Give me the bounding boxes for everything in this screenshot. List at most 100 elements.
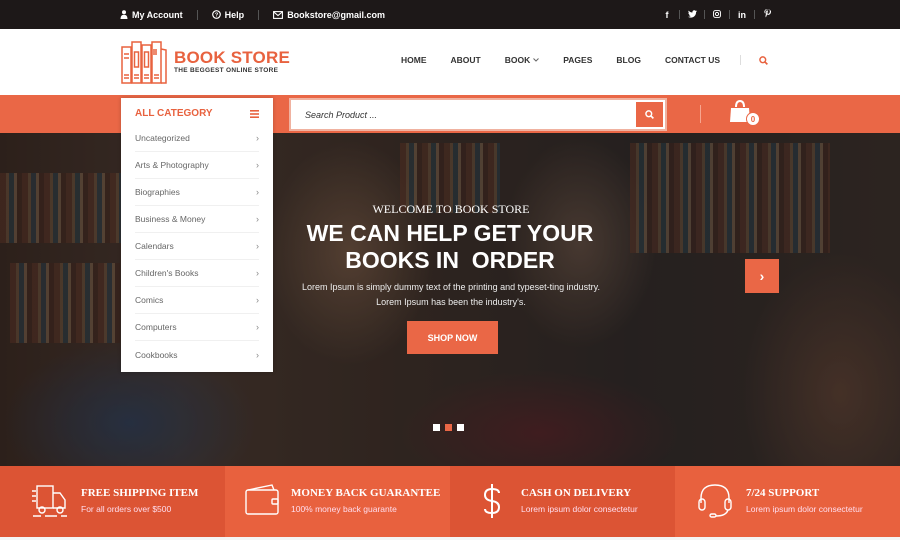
hero-description: Lorem Ipsum is simply dummy text of the … — [302, 282, 600, 307]
nav-contact-us-label: CONTACT US — [664, 55, 721, 65]
chevron-down-icon — [533, 58, 540, 62]
nav-pages-label: PAGES — [563, 55, 593, 65]
category-item-label: Biographies — [135, 187, 180, 197]
chevron-right-icon: › — [256, 133, 259, 143]
chevron-right-icon: › — [256, 187, 259, 197]
logo-title[interactable]: BOOK STORE — [174, 48, 290, 68]
feature-title: CASH ON DELIVERY — [521, 487, 632, 499]
nav-book-label: BOOK — [504, 55, 531, 65]
category-item-label: Children's Books — [135, 268, 199, 278]
slider-next-button[interactable]: › — [745, 259, 779, 293]
category-title[interactable]: ALL CATEGORY — [135, 108, 213, 119]
divider — [704, 10, 705, 19]
category-item-label: Business & Money — [135, 214, 206, 224]
email-link[interactable]: Bookstore@gmail.com — [273, 10, 385, 20]
feature-subtitle: Lorem ipsum dolor consectetur — [746, 504, 863, 514]
category-item[interactable]: Computers › — [135, 314, 259, 341]
feature-subtitle: Lorem ipsum dolor consectetur — [521, 504, 638, 514]
book-store-logo-icon[interactable] — [121, 39, 167, 85]
dollar-icon — [483, 484, 501, 518]
nav-home-label: HOME — [401, 55, 427, 65]
divider — [196, 9, 198, 20]
pinterest-icon[interactable] — [760, 9, 774, 20]
site-header: BOOK STORE THE BEGGEST ONLINE STORE HOME… — [0, 29, 900, 95]
social-links: f in — [660, 0, 774, 29]
linkedin-icon[interactable]: in — [735, 10, 749, 20]
cart-count-badge[interactable]: 0 — [746, 112, 760, 126]
category-item-label: Computers — [135, 322, 177, 332]
nav-contact-us[interactable]: CONTACT US — [665, 55, 720, 65]
my-account-label: My Account — [132, 9, 183, 20]
search-icon — [645, 110, 654, 119]
feature-money-back: MONEY BACK GUARANTEE 100% money back gua… — [225, 466, 450, 537]
divider — [754, 10, 755, 19]
main-nav: HOME ABOUT BOOK PAGES BLOG CONTACT US — [401, 55, 768, 65]
top-bar-links: My Account ? Help Bookstore@gmail.com — [120, 0, 385, 29]
category-item[interactable]: Biographies › — [135, 179, 259, 206]
category-panel: ALL CATEGORY Uncategorized › Arts & Photo… — [121, 98, 273, 372]
search-icon[interactable] — [759, 55, 768, 65]
category-item[interactable]: Cookbooks › — [135, 341, 259, 368]
chevron-right-icon: › — [256, 322, 259, 332]
truck-icon — [32, 485, 67, 517]
category-item-label: Calendars — [135, 241, 174, 251]
shop-now-button[interactable]: SHOP NOW — [407, 321, 498, 354]
nav-blog[interactable]: BLOG — [616, 55, 641, 65]
instagram-icon[interactable] — [710, 9, 724, 20]
category-item[interactable]: Children's Books › — [135, 260, 259, 287]
chevron-right-icon: › — [256, 241, 259, 251]
slider-dot-2[interactable] — [445, 424, 452, 431]
email-label: Bookstore@gmail.com — [287, 9, 385, 20]
user-icon — [120, 10, 128, 19]
headset-icon — [698, 484, 732, 518]
search-bar — [289, 98, 667, 131]
divider — [679, 10, 680, 19]
help-link[interactable]: ? Help — [211, 9, 245, 20]
slider-dots — [433, 424, 464, 431]
feature-title: FREE SHIPPING ITEM — [81, 487, 199, 499]
category-item[interactable]: Arts & Photography › — [135, 152, 259, 179]
divider — [740, 55, 742, 65]
help-icon: ? — [211, 10, 221, 19]
hamburger-menu-icon[interactable] — [250, 110, 259, 118]
help-label: Help — [224, 9, 245, 20]
feature-subtitle: 100% money back guarante — [291, 504, 397, 514]
category-item-label: Uncategorized — [135, 133, 190, 143]
feature-title: MONEY BACK GUARANTEE — [291, 487, 441, 499]
category-item[interactable]: Comics › — [135, 287, 259, 314]
chevron-right-icon: › — [256, 295, 259, 305]
my-account-link[interactable]: My Account — [120, 10, 183, 20]
feature-support: 7/24 SUPPORT Lorem ipsum dolor consectet… — [675, 466, 900, 537]
mail-icon — [273, 10, 284, 19]
category-list: Uncategorized › Arts & Photography › Biogr… — [135, 125, 259, 368]
logo-subtitle: THE BEGGEST ONLINE STORE — [174, 67, 279, 74]
nav-about-label: ABOUT — [450, 55, 481, 65]
search-input[interactable] — [305, 100, 625, 129]
feature-cash-on-delivery: CASH ON DELIVERY Lorem ipsum dolor conse… — [450, 466, 675, 537]
chevron-right-icon: › — [256, 268, 259, 278]
feature-title: 7/24 SUPPORT — [746, 487, 820, 499]
category-item[interactable]: Business & Money › — [135, 206, 259, 233]
chevron-right-icon: › — [759, 268, 765, 284]
search-button[interactable] — [636, 102, 663, 127]
divider — [729, 10, 730, 19]
facebook-icon[interactable]: f — [660, 10, 674, 20]
category-item-label: Comics — [135, 295, 164, 305]
category-item-label: Arts & Photography — [135, 160, 209, 170]
slider-dot-1[interactable] — [433, 424, 440, 431]
twitter-icon[interactable] — [685, 9, 699, 20]
category-item[interactable]: Uncategorized › — [135, 125, 259, 152]
nav-book[interactable]: BOOK — [505, 55, 540, 65]
features-strip: FREE SHIPPING ITEM For all orders over $… — [0, 466, 900, 537]
category-item[interactable]: Calendars › — [135, 233, 259, 260]
nav-pages[interactable]: PAGES — [563, 55, 592, 65]
nav-blog-label: BLOG — [616, 55, 641, 65]
feature-free-shipping: FREE SHIPPING ITEM For all orders over $… — [0, 466, 225, 537]
wallet-icon — [245, 484, 279, 515]
nav-home[interactable]: HOME — [401, 55, 427, 65]
chevron-right-icon: › — [256, 349, 259, 360]
feature-subtitle: For all orders over $500 — [81, 504, 172, 514]
slider-dot-3[interactable] — [457, 424, 464, 431]
category-item-label: Cookbooks — [135, 349, 178, 360]
nav-about[interactable]: ABOUT — [451, 55, 481, 65]
